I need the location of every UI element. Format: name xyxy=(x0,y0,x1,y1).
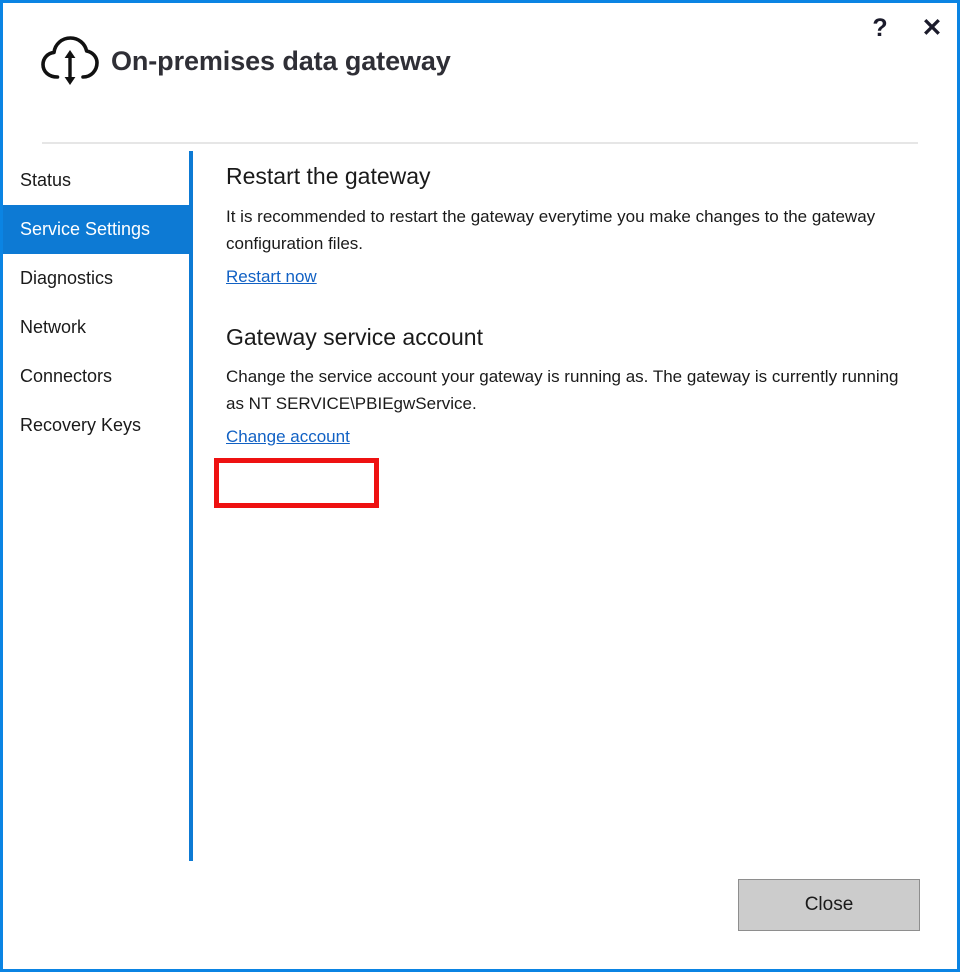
highlight-annotation-box xyxy=(214,458,379,508)
sidebar: Status Service Settings Diagnostics Netw… xyxy=(3,151,189,863)
brand: On-premises data gateway xyxy=(39,33,451,89)
sidebar-item-label: Service Settings xyxy=(20,219,151,239)
title-bar: ? ✕ On-premises data gateway xyxy=(3,3,957,144)
restart-now-link[interactable]: Restart now xyxy=(226,267,317,287)
section-restart-gateway: Restart the gateway It is recommended to… xyxy=(224,163,924,287)
sidebar-item-network[interactable]: Network xyxy=(3,303,189,352)
sidebar-separator xyxy=(189,151,193,861)
section-heading: Restart the gateway xyxy=(226,163,431,189)
window-controls: ? ✕ xyxy=(863,11,949,45)
sidebar-item-connectors[interactable]: Connectors xyxy=(3,352,189,401)
sidebar-item-label: Network xyxy=(20,317,87,337)
sidebar-item-recovery-keys[interactable]: Recovery Keys xyxy=(3,401,189,450)
close-button[interactable]: Close xyxy=(738,879,920,931)
section-description: Change the service account your gateway … xyxy=(226,367,899,414)
section-heading: Gateway service account xyxy=(226,323,483,350)
close-icon[interactable]: ✕ xyxy=(915,11,949,45)
page-title: On-premises data gateway xyxy=(111,45,451,76)
sidebar-item-label: Diagnostics xyxy=(20,268,114,288)
header-divider xyxy=(42,142,918,144)
cloud-upload-download-icon xyxy=(41,36,99,85)
section-gateway-service-account: Gateway service account Change the servi… xyxy=(224,324,924,448)
gateway-configuration-window: ? ✕ On-premises data gateway Status Serv… xyxy=(0,0,960,972)
sidebar-item-status[interactable]: Status xyxy=(3,156,189,205)
sidebar-item-label: Status xyxy=(20,170,72,190)
sidebar-item-label: Connectors xyxy=(20,366,113,386)
change-account-link[interactable]: Change account xyxy=(226,427,350,447)
sidebar-item-label: Recovery Keys xyxy=(20,415,142,435)
main-content: Restart the gateway It is recommended to… xyxy=(224,163,924,447)
section-description: It is recommended to restart the gateway… xyxy=(226,206,876,253)
help-icon[interactable]: ? xyxy=(863,11,897,45)
sidebar-item-service-settings[interactable]: Service Settings xyxy=(3,205,189,254)
sidebar-item-diagnostics[interactable]: Diagnostics xyxy=(3,254,189,303)
